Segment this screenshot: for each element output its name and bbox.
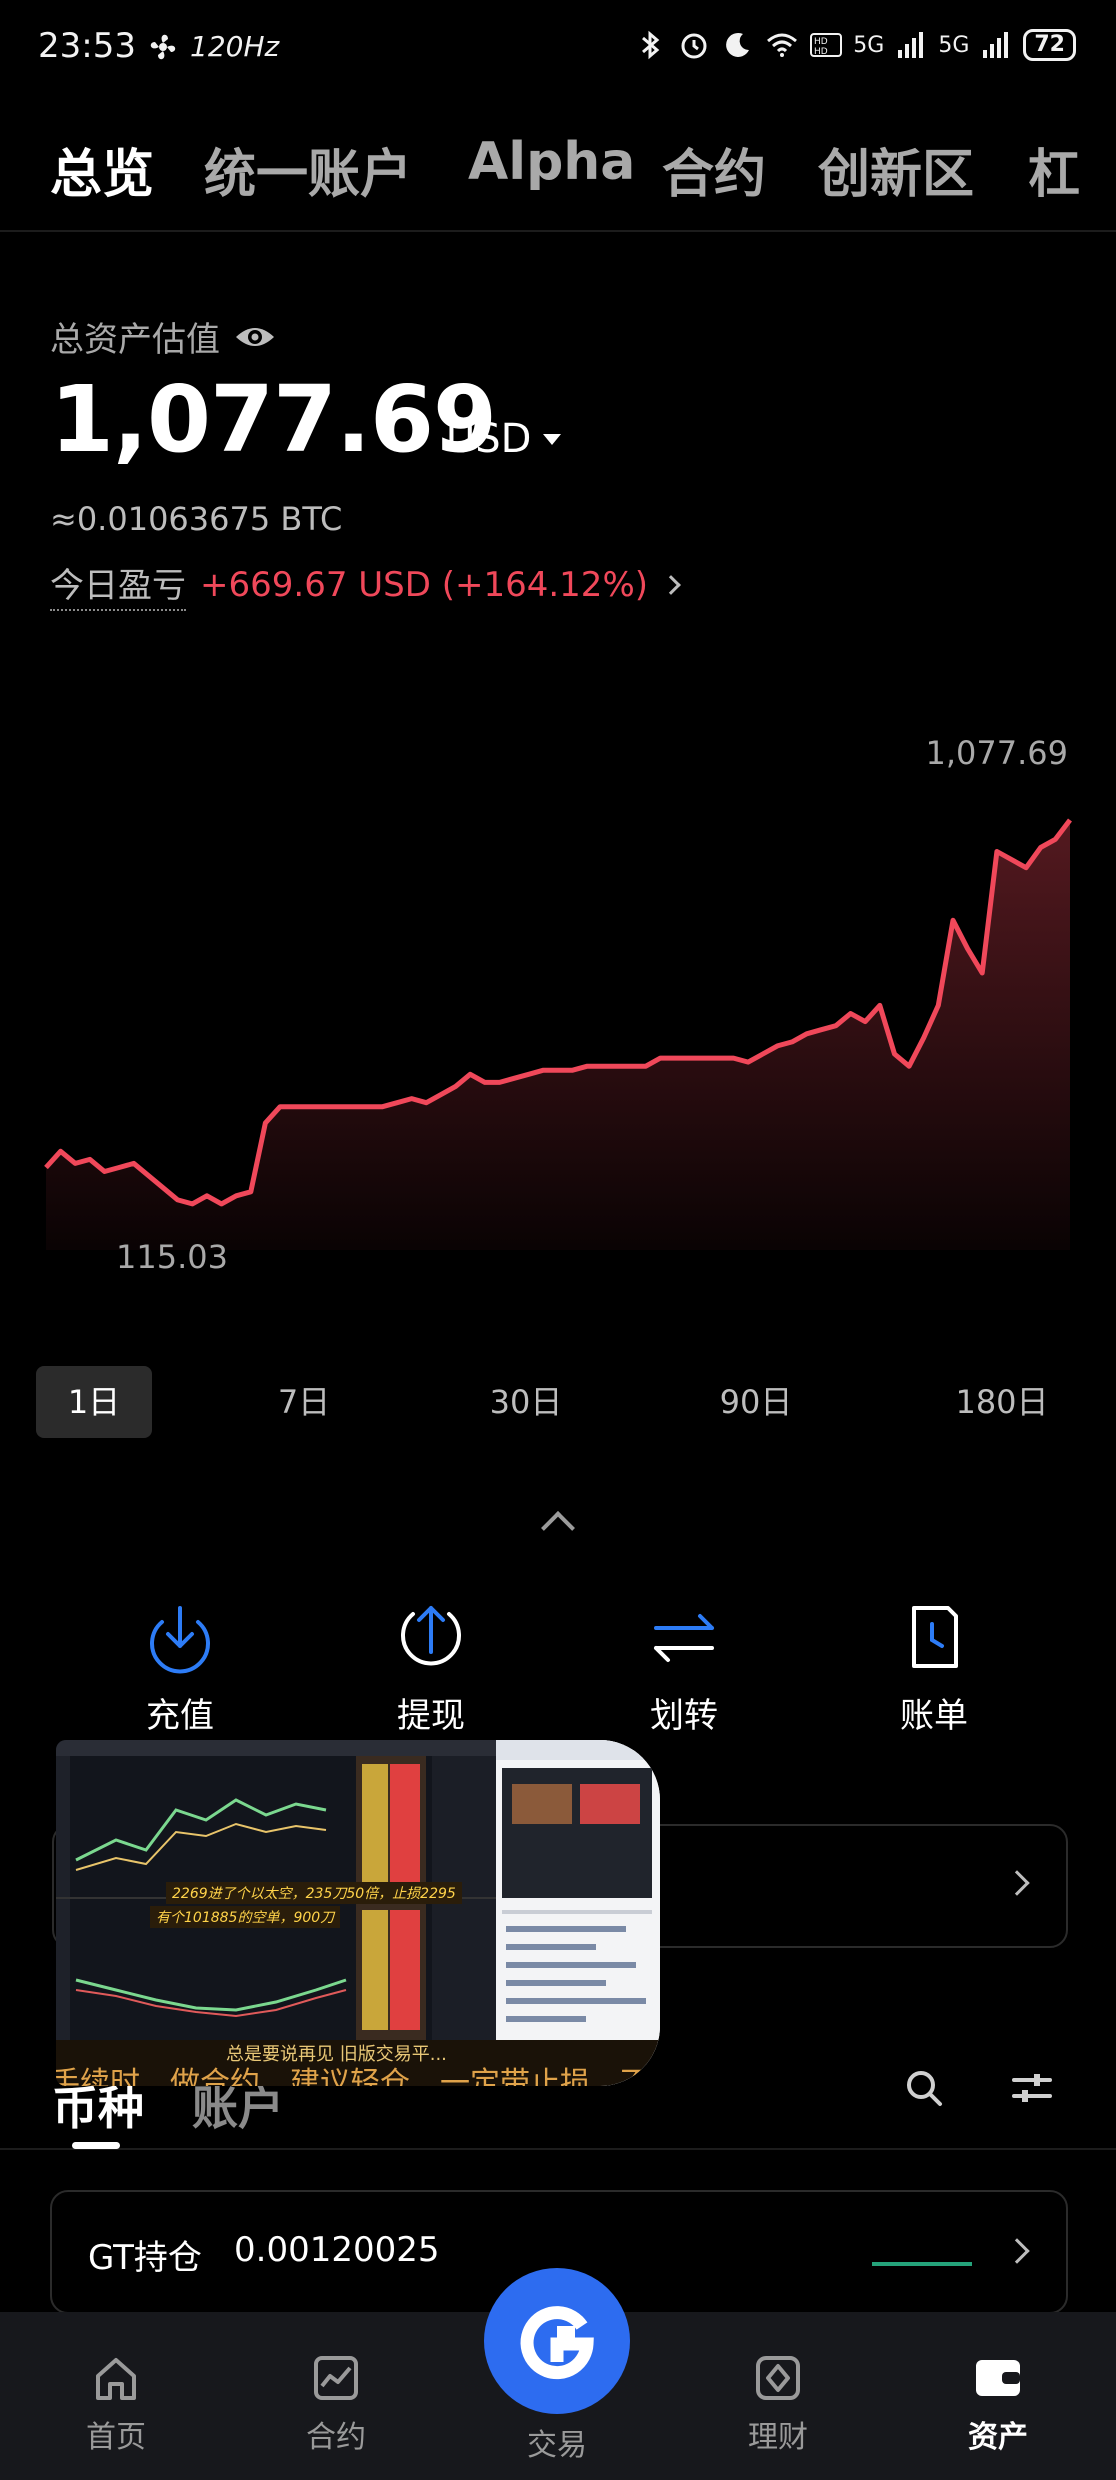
today-pnl-label: 今日盈亏 [50,558,186,611]
range-selector: 1日 7日 30日 90日 180日 [0,1366,1116,1438]
transfer-button[interactable]: 划转 [594,1600,774,1737]
bill-label: 账单 [900,1696,968,1736]
top-tabs: 总览 统一账户 Alpha 合约 创新区 杠 [0,120,1116,232]
signal-icon [983,32,1009,58]
trade-button[interactable] [484,2268,630,2414]
svg-text:HD: HD [814,47,828,57]
range-7d[interactable]: 7日 [246,1366,362,1438]
tab-overview[interactable]: 总览 [50,132,154,207]
filter-icon[interactable] [1010,2066,1054,2110]
deposit-label: 充值 [146,1696,214,1736]
total-assets-label: 总资产估值 [50,320,220,360]
fan-icon [150,34,176,60]
today-pnl-value: +669.67 USD (+164.12%) [200,564,649,605]
tab-futures[interactable]: 合约 [662,132,766,207]
withdraw-button[interactable]: 提现 [341,1600,521,1737]
nav-assets[interactable]: 资产 [928,2352,1068,2456]
earn-icon [756,2356,800,2400]
nav-earn[interactable]: 理财 [708,2352,848,2456]
video-caption-main: 手续时，做合约，建议轻仓，一定带止损，不扛单，... [56,2066,660,2086]
status-bar: 23:53 120Hz HD HD 5G 5G 72 [0,0,1116,100]
bill-button[interactable]: 账单 [844,1600,1024,1737]
nav-futures[interactable]: 合约 [266,2352,406,2456]
moon-icon [726,32,750,57]
futures-icon [314,2356,358,2400]
today-pnl-row[interactable]: 今日盈亏 +669.67 USD (+164.12%) [50,558,681,611]
eye-icon[interactable] [234,322,276,352]
range-180d[interactable]: 180日 [940,1366,1064,1438]
network-1: 5G [853,32,885,58]
trade-icon [520,2306,594,2380]
status-time: 23:53 [38,26,136,66]
tab-alpha[interactable]: Alpha [468,132,635,192]
hd-icon: HDHD [810,33,843,57]
total-assets-label-row: 总资产估值 [50,312,276,361]
signal-icon [898,32,924,58]
active-tab-indicator [72,2142,120,2149]
nav-earn-label: 理财 [748,2420,808,2455]
nav-futures-label: 合约 [306,2420,366,2455]
btc-equivalent: ≈0.01063675 BTC [50,500,343,538]
nav-assets-label: 资产 [968,2420,1028,2455]
range-90d[interactable]: 90日 [698,1366,814,1438]
range-30d[interactable]: 30日 [468,1366,584,1438]
currency-selector[interactable]: USD [446,416,562,462]
chevron-right-icon [661,574,681,595]
svg-text:HD: HD [814,37,828,47]
transfer-icon [654,1614,714,1662]
alarm-icon [681,33,707,59]
tab-margin[interactable]: 杠 [1028,132,1080,207]
range-1d[interactable]: 1日 [36,1366,152,1438]
deposit-button[interactable]: 充值 [90,1600,270,1737]
quick-actions: 充值 提现 划转 账单 [0,1600,1116,1760]
chart-area-fill [46,820,1070,1250]
currency-label: USD [446,416,532,462]
video-note-2: 有个101885的空单，900刀 [150,1906,341,1928]
gt-holding-label: GT持仓 [88,2238,202,2278]
asset-chart[interactable] [0,720,1116,1280]
battery-indicator: 72 [1023,29,1076,61]
total-assets-value: 1,077.69 [50,366,497,473]
network-2: 5G [938,32,970,58]
home-icon [96,2358,136,2400]
video-note-1: 2269进了个以太空，235刀50倍，止损2295 [166,1882,462,1904]
wallet-icon [976,2360,1020,2396]
search-icon[interactable] [902,2066,946,2110]
transfer-label: 划转 [650,1696,718,1736]
withdraw-label: 提现 [397,1696,465,1736]
refresh-rate: 120Hz [190,30,280,63]
tab-innovation[interactable]: 创新区 [818,132,974,207]
withdraw-icon [401,1606,461,1666]
wifi-icon [767,33,798,57]
chevron-up-icon[interactable] [541,1511,575,1545]
gt-holding-amount: 0.00120025 [234,2230,440,2270]
status-icons: HD HD 5G 5G 72 [633,28,1076,62]
tab-unified-account[interactable]: 统一账户 [204,132,412,207]
nav-home[interactable]: 首页 [46,2352,186,2456]
bill-icon [912,1606,958,1668]
deposit-icon [150,1606,210,1674]
nav-trade-label: 交易 [527,2428,587,2463]
floating-video-window[interactable]: 2269进了个以太空，235刀50倍，止损2295 有个101885的空单，90… [56,1740,660,2086]
chevron-right-icon [1004,2238,1030,2264]
nav-home-label: 首页 [86,2420,146,2455]
chart-min-label: 115.03 [116,1238,228,1276]
caret-down-icon [543,433,562,445]
gt-sparkline [872,2262,972,2266]
chevron-right-icon [1004,1870,1030,1896]
video-chat-panel [496,1740,660,2086]
bluetooth-icon [642,30,660,60]
